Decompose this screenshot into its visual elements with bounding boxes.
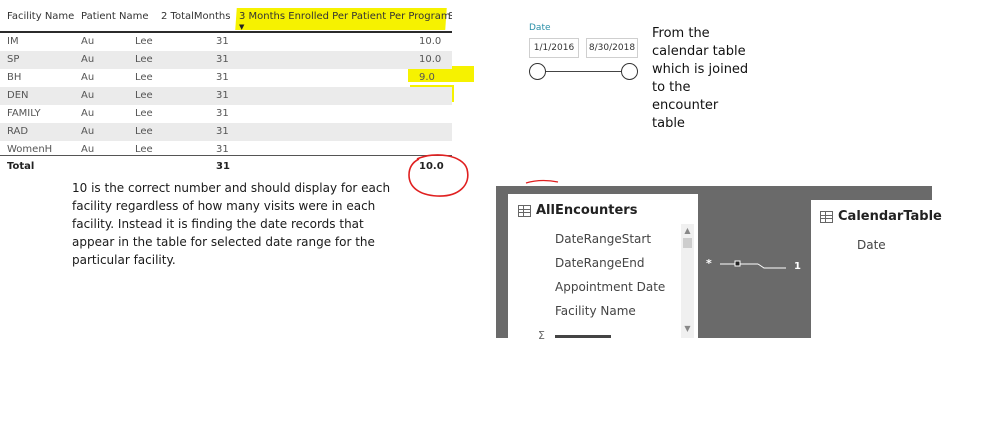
table-row[interactable]: FAMILY Au Lee 31 bbox=[0, 105, 452, 123]
total-months-cell: 31 bbox=[216, 90, 229, 101]
field-item[interactable]: DateRangeStart bbox=[555, 232, 651, 246]
column-header-truncated[interactable]: S bbox=[448, 11, 452, 22]
note-line: to the bbox=[652, 80, 691, 95]
total-months-cell: 31 bbox=[216, 54, 229, 65]
start-date-input[interactable]: 1/1/2016 bbox=[529, 38, 579, 58]
relationship-line[interactable] bbox=[718, 256, 788, 272]
total-months-cell: 31 bbox=[216, 36, 229, 47]
annotation-circle bbox=[408, 154, 469, 197]
patient-surname-cell: Lee bbox=[135, 144, 153, 155]
patient-cell: Au bbox=[81, 54, 95, 65]
date-slider-track[interactable] bbox=[538, 71, 630, 72]
patient-cell: Au bbox=[81, 36, 95, 47]
relationship-one-marker: 1 bbox=[794, 261, 801, 272]
field-item[interactable]: Facility Name bbox=[555, 304, 636, 318]
table-row[interactable]: SP Au Lee 31 10.0 bbox=[0, 51, 452, 69]
patient-cell: Au bbox=[81, 90, 95, 101]
patient-surname-cell: Lee bbox=[135, 108, 153, 119]
note-line: appear in the table for selected date ra… bbox=[72, 235, 375, 249]
facility-cell: IM bbox=[7, 36, 19, 47]
column-header-facility[interactable]: Facility Name bbox=[7, 11, 74, 22]
explanation-note: 10 is the correct number and should disp… bbox=[72, 179, 412, 269]
facility-cell: FAMILY bbox=[7, 108, 41, 119]
scroll-up-icon[interactable]: ▲ bbox=[681, 226, 694, 235]
total-months: 31 bbox=[216, 161, 230, 172]
table-name: CalendarTable bbox=[838, 209, 942, 224]
total-months-cell: 31 bbox=[216, 72, 229, 83]
slicer-title: Date bbox=[529, 23, 551, 33]
slider-end-handle[interactable] bbox=[621, 63, 638, 80]
table-icon bbox=[518, 205, 531, 217]
annotation-stroke bbox=[525, 180, 559, 184]
patient-surname-cell: Lee bbox=[135, 36, 153, 47]
field-item[interactable]: Appointment Date bbox=[555, 280, 665, 294]
table-visual: Facility Name Patient Name 2 TotalMonths… bbox=[0, 0, 474, 180]
note-line: particular facility. bbox=[72, 253, 176, 267]
months-enrolled-cell: 10.0 bbox=[419, 36, 442, 47]
note-line: 10 is the correct number and should disp… bbox=[72, 181, 391, 195]
table-name: AllEncounters bbox=[536, 203, 638, 218]
months-enrolled-cell: 10.0 bbox=[419, 54, 442, 65]
note-line: table bbox=[652, 116, 685, 131]
column-header-total-months[interactable]: 2 TotalMonths bbox=[161, 11, 230, 22]
facility-cell: BH bbox=[7, 72, 22, 83]
scroll-down-icon[interactable]: ▼ bbox=[681, 324, 694, 333]
patient-cell: Au bbox=[81, 144, 95, 155]
note-line: calendar table bbox=[652, 44, 746, 59]
patient-cell: Au bbox=[81, 108, 95, 119]
field-item[interactable]: Date bbox=[857, 238, 886, 252]
facility-cell: SP bbox=[7, 54, 20, 65]
relationship-many-marker: * bbox=[706, 257, 712, 270]
total-label: Total bbox=[7, 161, 35, 172]
table-card-allencounters[interactable]: AllEncounters DateRangeStart DateRangeEn… bbox=[508, 194, 698, 342]
note-line: encounter bbox=[652, 98, 719, 113]
card-scrollbar[interactable]: ▲ ▼ bbox=[681, 224, 694, 338]
facility-cell: DEN bbox=[7, 90, 29, 101]
patient-surname-cell: Lee bbox=[135, 126, 153, 137]
end-date-input[interactable]: 8/30/2018 bbox=[586, 38, 638, 58]
total-months-cell: 31 bbox=[216, 108, 229, 119]
column-header-patient[interactable]: Patient Name bbox=[81, 11, 149, 22]
note-line: From the bbox=[652, 26, 710, 41]
field-item-partial[interactable] bbox=[555, 332, 615, 338]
table-row[interactable]: DEN Au Lee 31 bbox=[0, 87, 452, 105]
facility-cell: RAD bbox=[7, 126, 29, 137]
column-header-months-enrolled[interactable]: 3 Months Enrolled Per Patient Per Progra… bbox=[239, 11, 451, 22]
note-line: facility regardless of how many visits w… bbox=[72, 199, 376, 213]
table-row[interactable]: RAD Au Lee 31 bbox=[0, 123, 452, 141]
facility-cell: WomenH bbox=[7, 144, 53, 155]
total-months-cell: 31 bbox=[216, 126, 229, 137]
patient-surname-cell: Lee bbox=[135, 90, 153, 101]
note-line: facility. Instead it is finding the date… bbox=[72, 217, 364, 231]
calendar-note: From the calendar table which is joined … bbox=[652, 25, 748, 133]
patient-cell: Au bbox=[81, 126, 95, 137]
table-row[interactable]: WomenH Au Lee 31 bbox=[0, 141, 452, 159]
total-divider bbox=[0, 155, 452, 156]
sigma-icon: Σ bbox=[538, 329, 545, 342]
slider-start-handle[interactable] bbox=[529, 63, 546, 80]
table-row[interactable]: BH Au Lee 31 9.0 bbox=[0, 69, 452, 87]
patient-surname-cell: Lee bbox=[135, 72, 153, 83]
table-card-calendartable[interactable]: CalendarTable Date bbox=[811, 200, 942, 338]
sort-desc-icon[interactable]: ▼ bbox=[239, 23, 244, 31]
total-months-cell: 31 bbox=[216, 144, 229, 155]
months-enrolled-cell: 9.0 bbox=[419, 72, 435, 83]
table-row[interactable]: IM Au Lee 31 10.0 bbox=[0, 33, 452, 51]
table-icon bbox=[820, 211, 833, 223]
field-item[interactable]: DateRangeEnd bbox=[555, 256, 645, 270]
patient-cell: Au bbox=[81, 72, 95, 83]
model-diagram: AllEncounters DateRangeStart DateRangeEn… bbox=[496, 186, 942, 342]
scroll-thumb[interactable] bbox=[683, 238, 692, 248]
patient-surname-cell: Lee bbox=[135, 54, 153, 65]
note-line: which is joined bbox=[652, 62, 749, 77]
